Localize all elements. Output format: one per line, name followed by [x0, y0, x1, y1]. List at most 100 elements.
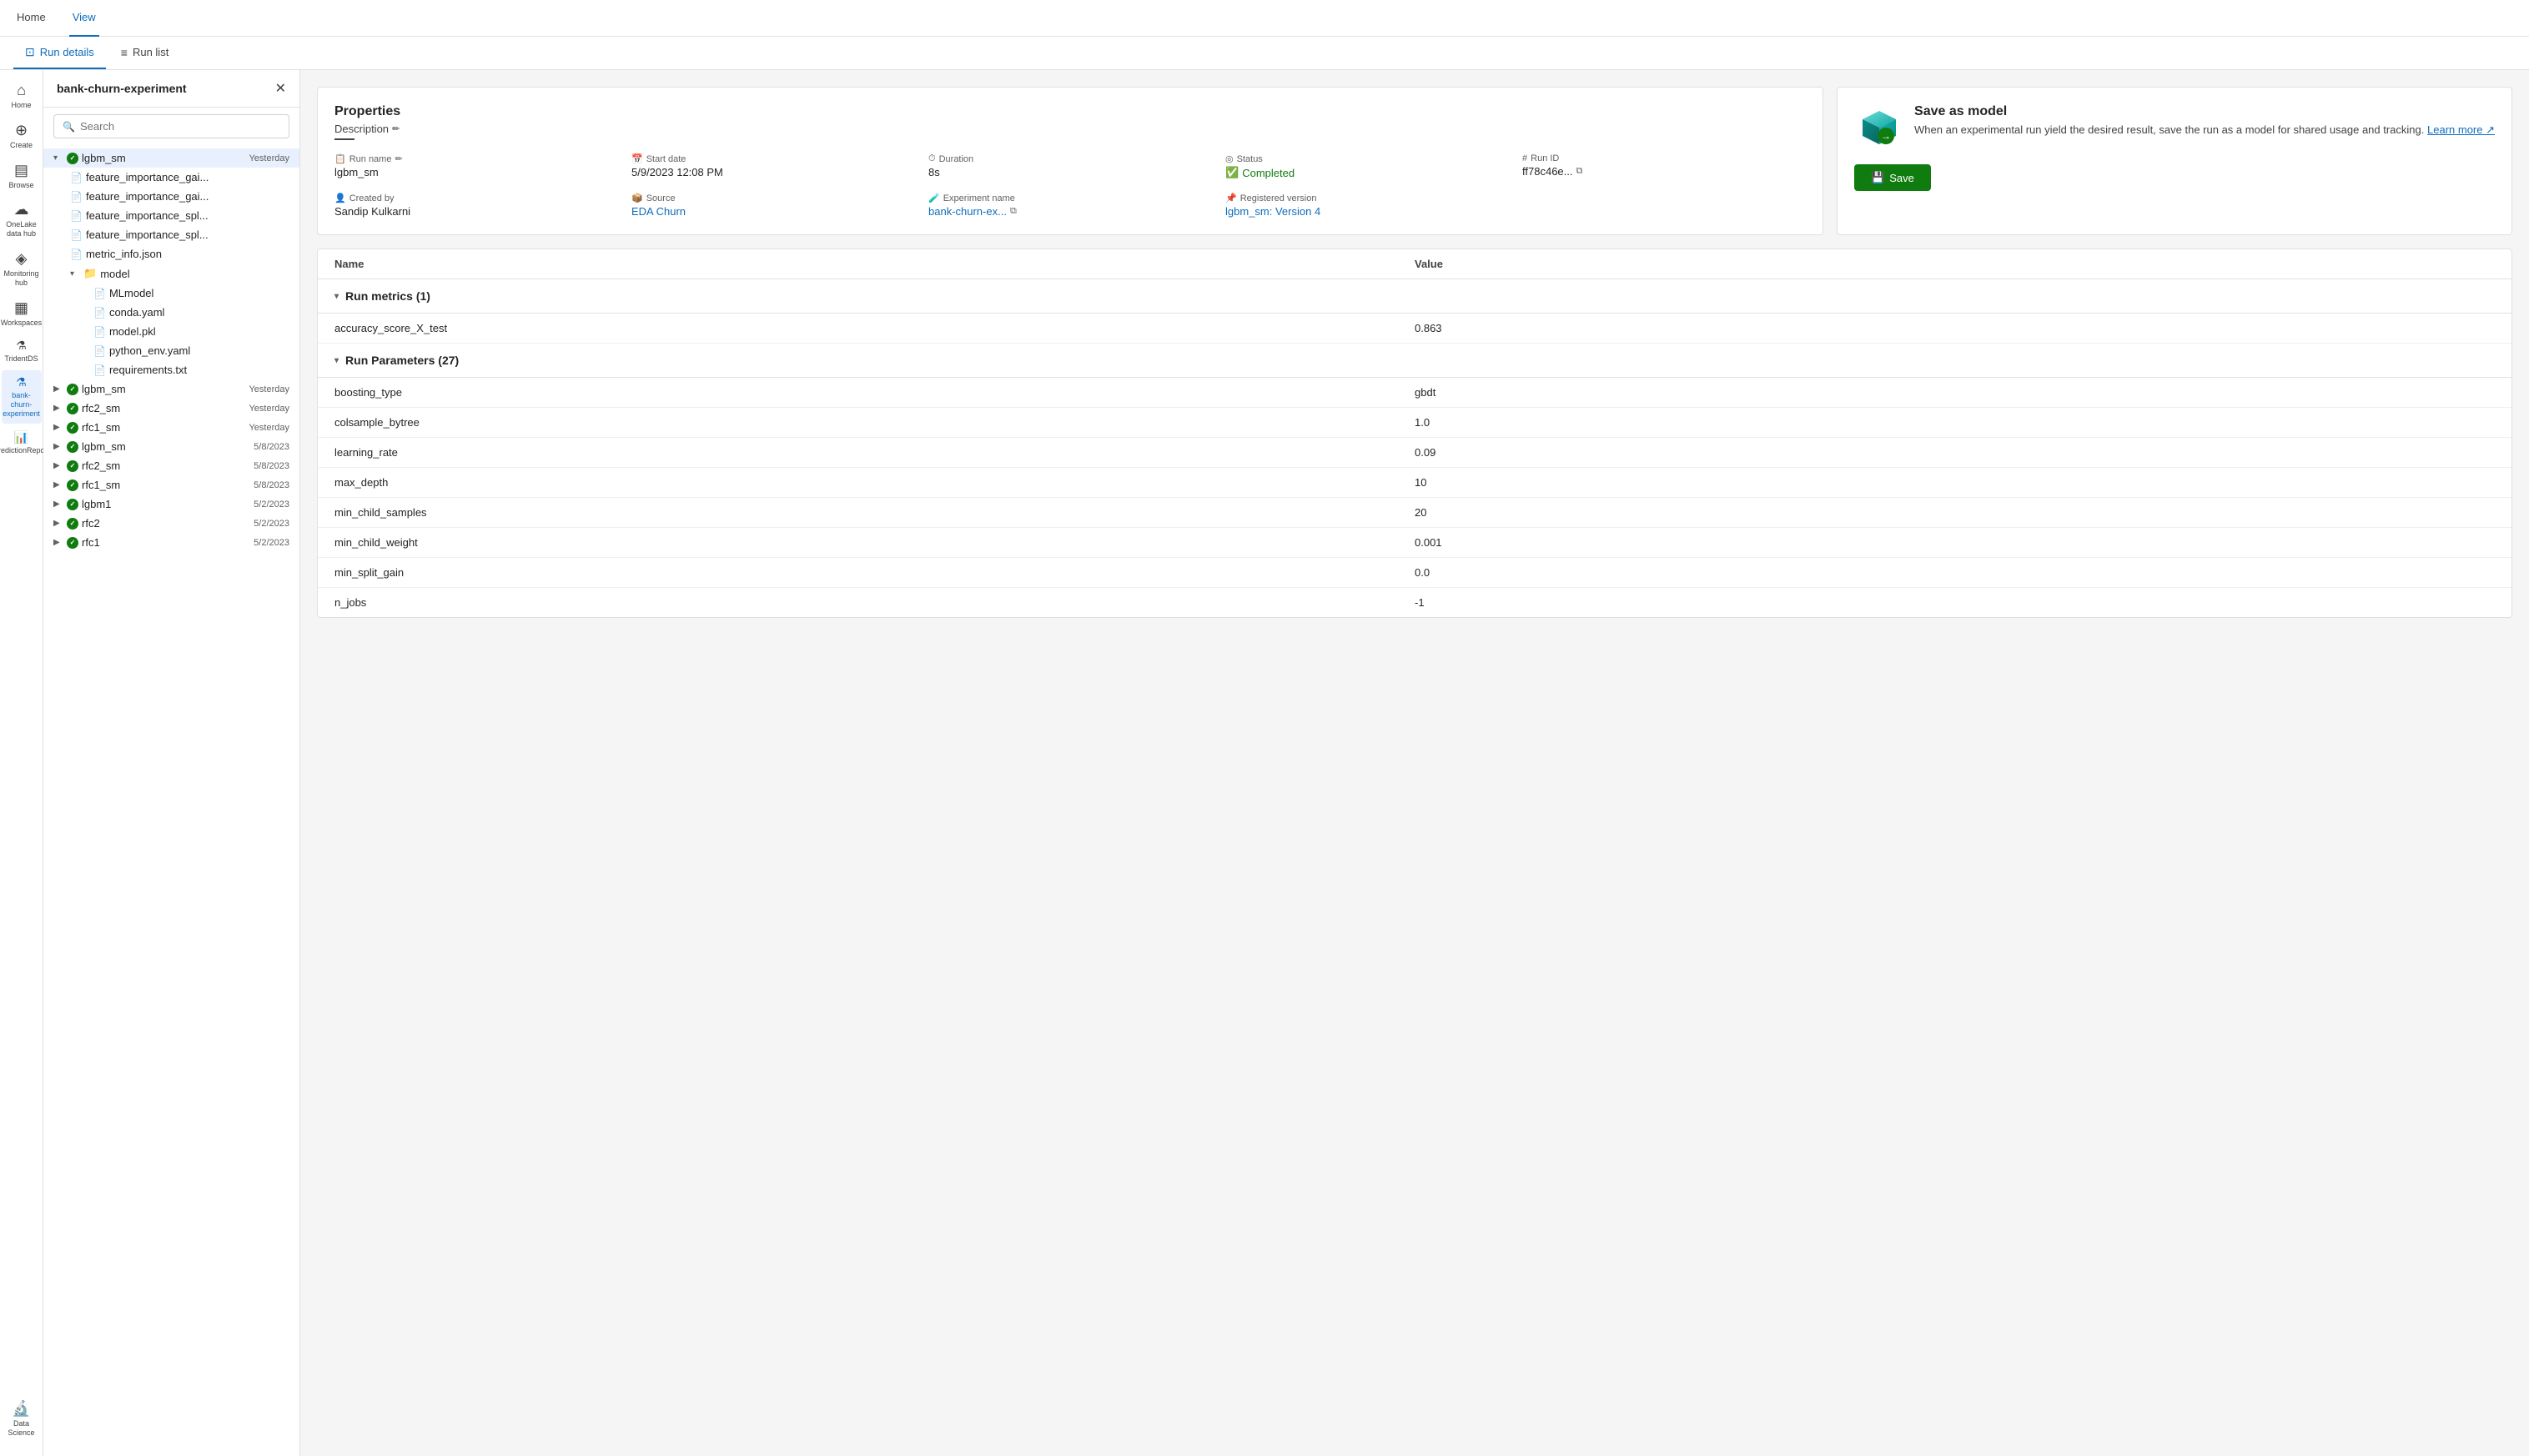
tree-toggle-rfc1-sm-1[interactable]: ▶: [53, 423, 63, 432]
sidebar-browse-label: Browse: [8, 181, 33, 190]
tree-item-rfc1-sm-2[interactable]: ▶ rfc1_sm 5/8/2023: [43, 475, 299, 495]
edit-run-name-icon[interactable]: ✏: [395, 153, 402, 164]
prop-created-by-value: Sandip Kulkarni: [334, 205, 618, 218]
svg-text:→: →: [1881, 130, 1891, 142]
prop-experiment-name-value[interactable]: bank-churn-ex... ⧉: [928, 205, 1212, 218]
min-child-weight-value: 0.001: [1415, 536, 2495, 549]
run-metrics-section-header[interactable]: ▾ Run metrics (1): [318, 279, 2511, 314]
tree-toggle-lgbm-sm-2[interactable]: ▶: [53, 384, 63, 394]
tree-item-lgbm-sm-3[interactable]: ▶ lgbm_sm 5/8/2023: [43, 437, 299, 456]
tree-item-fi-gai1[interactable]: 📄 feature_importance_gai...: [43, 168, 299, 187]
learn-more-link[interactable]: Learn more ↗: [2427, 123, 2495, 136]
sidebar-item-monitoring[interactable]: ◈ Monitoring hub: [2, 245, 42, 293]
tree-toggle-rfc2-sm-2[interactable]: ▶: [53, 461, 63, 470]
prop-duration: ⏱ Duration 8s: [928, 153, 1212, 179]
tridentds-icon: ⚗: [16, 339, 27, 353]
learning-rate-value: 0.09: [1415, 446, 2495, 459]
tree-item-rfc2-sm-2[interactable]: ▶ rfc2_sm 5/8/2023: [43, 456, 299, 475]
copy-run-id-icon[interactable]: ⧉: [1576, 166, 1583, 177]
tree-item-rfc1-sm-1[interactable]: ▶ rfc1_sm Yesterday: [43, 418, 299, 437]
status-dot-lgbm-sm-2: [67, 384, 78, 395]
sidebar-item-onelake[interactable]: ☁ OneLake data hub: [2, 196, 42, 244]
sidebar-home-label: Home: [11, 101, 31, 110]
tree-item-model-folder[interactable]: ▾ 📁 model: [43, 264, 299, 284]
learning-rate-name: learning_rate: [334, 446, 1415, 459]
tab-run-list[interactable]: ≡ Run list: [109, 37, 181, 69]
experiment-name-icon: 🧪: [928, 193, 940, 203]
tree-item-metric-info[interactable]: 📄 metric_info.json: [43, 244, 299, 264]
tree-item-rfc2-1[interactable]: ▶ rfc2 5/2/2023: [43, 514, 299, 533]
prop-registered-version-value[interactable]: lgbm_sm: Version 4: [1225, 205, 1509, 218]
tree-item-lgbm1-1[interactable]: ▶ lgbm1 5/2/2023: [43, 495, 299, 514]
prop-run-id: # Run ID ff78c46e... ⧉: [1522, 153, 1806, 179]
tree-toggle-model[interactable]: ▾: [70, 269, 80, 279]
sidebar-item-home[interactable]: ⌂ Home: [2, 77, 42, 115]
tree-item-rfc2-sm-1[interactable]: ▶ rfc2_sm Yesterday: [43, 399, 299, 418]
run-params-section-header[interactable]: ▾ Run Parameters (27): [318, 344, 2511, 378]
tree-date-lgbm1-1: 5/2/2023: [254, 500, 289, 510]
properties-card: Properties Description ✏ 📋 Run name ✏ lg: [317, 87, 1823, 235]
tree-item-conda-yaml[interactable]: 📄 conda.yaml: [43, 303, 299, 322]
sidebar-item-data-science[interactable]: 🔬 Data Science: [2, 1395, 42, 1443]
tree-item-fi-spl2[interactable]: 📄 feature_importance_spl...: [43, 225, 299, 244]
save-model-desc: When an experimental run yield the desir…: [1914, 123, 2495, 138]
sidebar-create-label: Create: [10, 141, 33, 150]
tree-date-rfc1-sm-1: Yesterday: [249, 423, 289, 433]
nav-home[interactable]: Home: [13, 0, 49, 37]
search-icon: 🔍: [63, 121, 75, 133]
tree-label-model-folder: model: [100, 268, 129, 280]
sidebar-data-science-label: Data Science: [5, 1419, 38, 1438]
prop-registered-version-label: 📌 Registered version: [1225, 193, 1509, 203]
tree-toggle-rfc2-1[interactable]: ▶: [53, 519, 63, 528]
close-panel-button[interactable]: ✕: [275, 80, 286, 97]
sidebar-item-prediction[interactable]: 📊 PredictionReport: [2, 425, 42, 460]
tree-toggle-lgbm-sm-main[interactable]: ▾: [53, 153, 63, 163]
n-jobs-name: n_jobs: [334, 596, 1415, 609]
tree-item-rfc1-1[interactable]: ▶ rfc1 5/2/2023: [43, 533, 299, 552]
prop-start-date-value: 5/9/2023 12:08 PM: [631, 166, 915, 178]
tree-item-requirements[interactable]: 📄 requirements.txt: [43, 360, 299, 379]
accuracy-value: 0.863: [1415, 322, 2495, 334]
prop-source-value[interactable]: EDA Churn: [631, 205, 915, 218]
sidebar-item-experiment[interactable]: ⚗ bank-churn-experiment: [2, 370, 42, 423]
workspaces-icon: ▦: [14, 299, 28, 317]
copy-experiment-name-icon[interactable]: ⧉: [1010, 206, 1017, 217]
status-dot-rfc2-sm-1: [67, 403, 78, 414]
tree-label-model-pkl: model.pkl: [109, 325, 156, 338]
status-check-icon: ✅: [1225, 166, 1239, 179]
tree-item-lgbm-sm-main[interactable]: ▾ lgbm_sm Yesterday: [43, 148, 299, 168]
save-button[interactable]: 💾 Save: [1854, 164, 1931, 191]
tree-toggle-rfc1-1[interactable]: ▶: [53, 538, 63, 547]
tree-item-python-env[interactable]: 📄 python_env.yaml: [43, 341, 299, 360]
save-model-card: → Save as model When an experimental run…: [1837, 87, 2512, 235]
tab-run-details[interactable]: ⊡ Run details: [13, 37, 106, 69]
description-row: Description ✏: [334, 123, 1806, 135]
sidebar-item-tridentds[interactable]: ⚗ TridentDS: [2, 334, 42, 369]
tree-toggle-lgbm1-1[interactable]: ▶: [53, 500, 63, 509]
tree-toggle-lgbm-sm-3[interactable]: ▶: [53, 442, 63, 451]
tree-date-lgbm-sm-3: 5/8/2023: [254, 442, 289, 452]
search-input[interactable]: [80, 120, 280, 133]
tree-label-lgbm1-1: lgbm1: [82, 498, 250, 510]
tree-item-fi-spl1[interactable]: 📄 feature_importance_spl...: [43, 206, 299, 225]
tree-item-model-pkl[interactable]: 📄 model.pkl: [43, 322, 299, 341]
folder-icon-model: 📁: [83, 267, 97, 280]
registered-version-icon: 📌: [1225, 193, 1237, 203]
tree-item-fi-gai2[interactable]: 📄 feature_importance_gai...: [43, 187, 299, 206]
tree-item-mlmodel[interactable]: 📄 MLmodel: [43, 284, 299, 303]
sidebar-item-create[interactable]: ⊕ Create: [2, 117, 42, 155]
table-row-min-child-samples: min_child_samples 20: [318, 498, 2511, 528]
tree-item-lgbm-sm-2[interactable]: ▶ lgbm_sm Yesterday: [43, 379, 299, 399]
edit-description-icon[interactable]: ✏: [392, 123, 400, 134]
max-depth-value: 10: [1415, 476, 2495, 489]
tree-label-lgbm-sm-2: lgbm_sm: [82, 383, 245, 395]
file-icon-fi-gai1: 📄: [70, 172, 83, 183]
nav-view[interactable]: View: [69, 0, 99, 37]
tree-toggle-rfc1-sm-2[interactable]: ▶: [53, 480, 63, 490]
sidebar-item-workspaces[interactable]: ▦ Workspaces: [2, 294, 42, 333]
tree-toggle-rfc2-sm-1[interactable]: ▶: [53, 404, 63, 413]
sidebar-item-browse[interactable]: ▤ Browse: [2, 157, 42, 195]
prop-experiment-name-label: 🧪 Experiment name: [928, 193, 1212, 203]
col-value-header: Value: [1415, 258, 2495, 270]
prop-start-date-label: 📅 Start date: [631, 153, 915, 164]
